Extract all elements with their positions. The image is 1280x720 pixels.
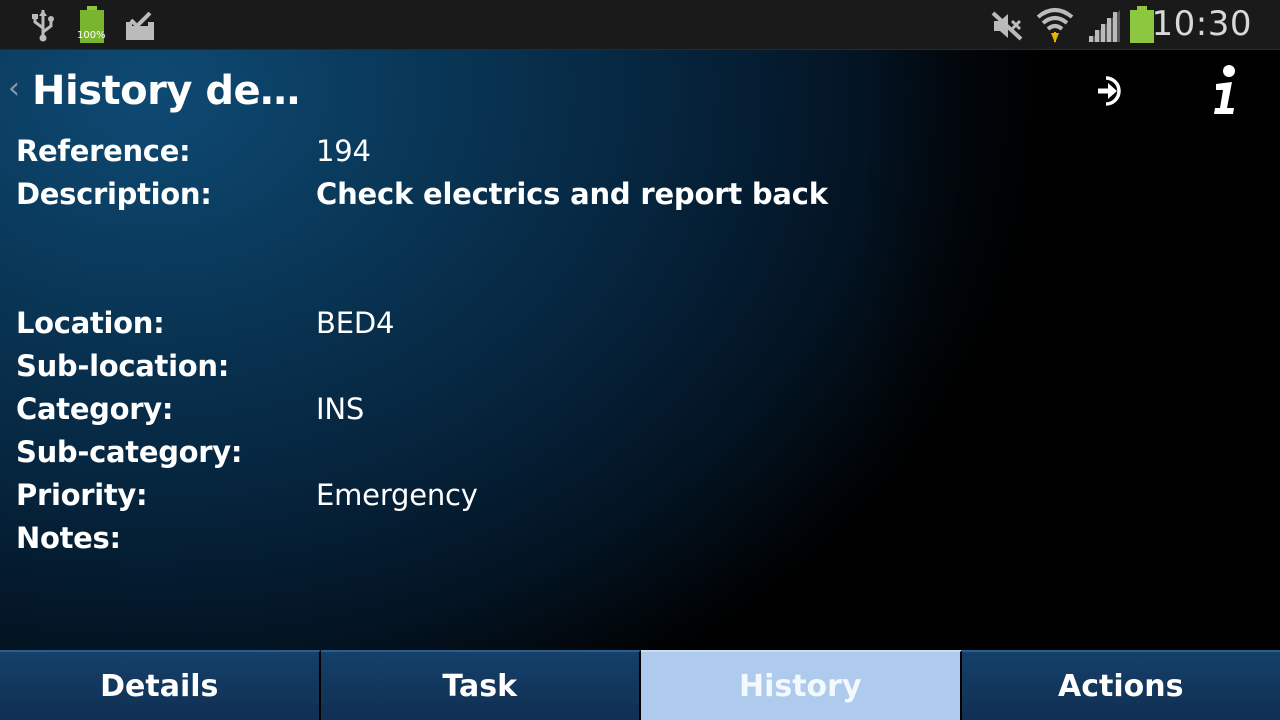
info-icon[interactable]: [1208, 64, 1242, 120]
location-label: Location:: [16, 306, 165, 340]
reference-value: 194: [316, 134, 371, 168]
tab-task[interactable]: Task: [320, 650, 641, 720]
logout-icon[interactable]: [1094, 74, 1128, 112]
description-label: Description:: [16, 177, 212, 211]
priority-value: Emergency: [316, 478, 478, 512]
page-title: History de…: [32, 68, 300, 114]
mute-icon: [990, 9, 1024, 47]
priority-label: Priority:: [16, 478, 148, 512]
back-chevron-icon[interactable]: ‹: [8, 74, 20, 104]
battery-percent-label: 100%: [77, 30, 106, 41]
usb-icon: [30, 8, 56, 46]
detail-list: Reference: 194 Description: Check electr…: [16, 134, 916, 564]
reference-label: Reference:: [16, 134, 191, 168]
detail-row-location: Location: BED4: [16, 306, 916, 349]
notes-label: Notes:: [16, 521, 121, 555]
location-value: BED4: [316, 306, 395, 340]
clipboard-check-icon: [124, 10, 156, 46]
detail-row-notes: Notes:: [16, 521, 916, 564]
wifi-icon: [1036, 5, 1074, 49]
detail-row-sub-category: Sub-category:: [16, 435, 916, 478]
detail-row-priority: Priority: Emergency: [16, 478, 916, 521]
description-value: Check electrics and report back: [316, 177, 828, 211]
detail-row-description: Description: Check electrics and report …: [16, 177, 916, 306]
sub-category-label: Sub-category:: [16, 435, 243, 469]
main-content: ‹ History de… Reference: 194 Description…: [0, 50, 1280, 650]
detail-row-category: Category: INS: [16, 392, 916, 435]
tab-actions[interactable]: Actions: [961, 650, 1280, 720]
clock: 10:30: [1151, 4, 1252, 44]
tab-history[interactable]: History: [641, 650, 962, 720]
status-bar: 100% 10:30: [0, 0, 1280, 50]
battery-full-icon: [78, 6, 106, 48]
tab-bar: Details Task History Actions: [0, 650, 1280, 720]
sub-location-label: Sub-location:: [16, 349, 230, 383]
category-label: Category:: [16, 392, 174, 426]
category-value: INS: [316, 392, 365, 426]
tab-details[interactable]: Details: [0, 650, 321, 720]
detail-row-reference: Reference: 194: [16, 134, 916, 177]
signal-icon: [1086, 8, 1122, 48]
detail-row-sub-location: Sub-location:: [16, 349, 916, 392]
